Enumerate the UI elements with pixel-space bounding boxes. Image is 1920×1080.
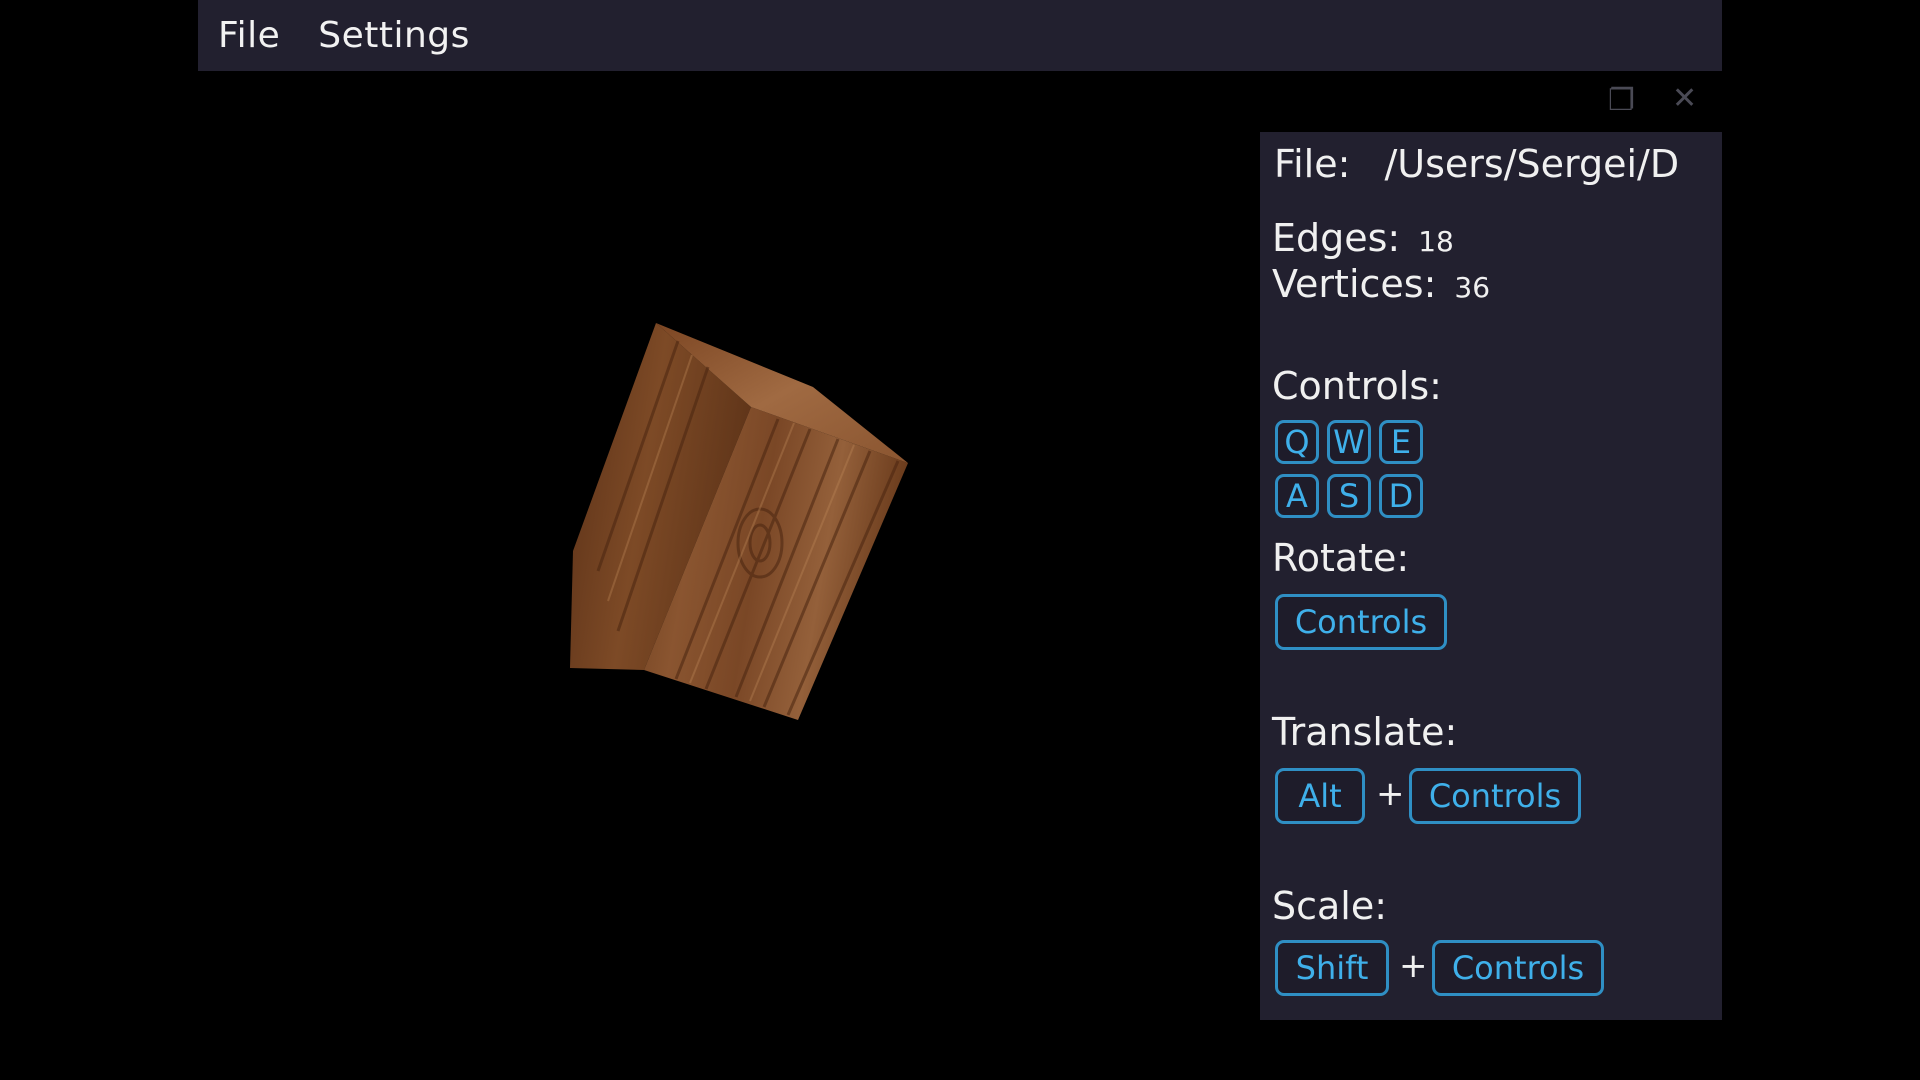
file-label: File: — [1274, 142, 1351, 186]
vertices-line: Vertices: 36 — [1272, 262, 1490, 306]
menu-settings[interactable]: Settings — [318, 15, 470, 56]
menu-bar: File Settings — [198, 0, 1722, 71]
rotate-heading: Rotate: — [1272, 536, 1410, 580]
app-window: File Settings ❐ ✕ File: /Users/Sergei/D … — [198, 0, 1722, 1080]
vertices-label: Vertices: — [1272, 262, 1437, 306]
translate-plus: + — [1376, 774, 1405, 814]
key-a[interactable]: A — [1275, 474, 1319, 518]
scale-plus: + — [1399, 946, 1428, 986]
file-path-line: File: /Users/Sergei/D — [1274, 142, 1679, 186]
key-d[interactable]: D — [1379, 474, 1423, 518]
file-path: /Users/Sergei/D — [1384, 142, 1680, 186]
rotate-controls-key[interactable]: Controls — [1275, 594, 1447, 650]
edges-line: Edges: 18 — [1272, 216, 1454, 260]
key-w[interactable]: W — [1327, 420, 1371, 464]
vertices-value: 36 — [1454, 271, 1491, 304]
translate-alt-key[interactable]: Alt — [1275, 768, 1365, 824]
menu-file[interactable]: File — [218, 15, 280, 56]
key-e[interactable]: E — [1379, 420, 1423, 464]
translate-controls-key[interactable]: Controls — [1409, 768, 1581, 824]
panel-window-controls: ❐ ✕ — [1598, 84, 1718, 120]
key-s[interactable]: S — [1327, 474, 1371, 518]
translate-heading: Translate: — [1272, 710, 1458, 754]
edges-label: Edges: — [1272, 216, 1401, 260]
key-q[interactable]: Q — [1275, 420, 1319, 464]
scale-heading: Scale: — [1272, 884, 1388, 928]
scale-shift-key[interactable]: Shift — [1275, 940, 1389, 996]
edges-value: 18 — [1418, 225, 1454, 258]
controls-heading: Controls: — [1272, 364, 1442, 408]
close-icon[interactable]: ✕ — [1672, 84, 1697, 114]
model-info-panel: File: /Users/Sergei/D Edges: 18 Vertices:… — [1260, 132, 1722, 1020]
scale-controls-key[interactable]: Controls — [1432, 940, 1604, 996]
restore-window-icon[interactable]: ❐ — [1608, 86, 1635, 116]
